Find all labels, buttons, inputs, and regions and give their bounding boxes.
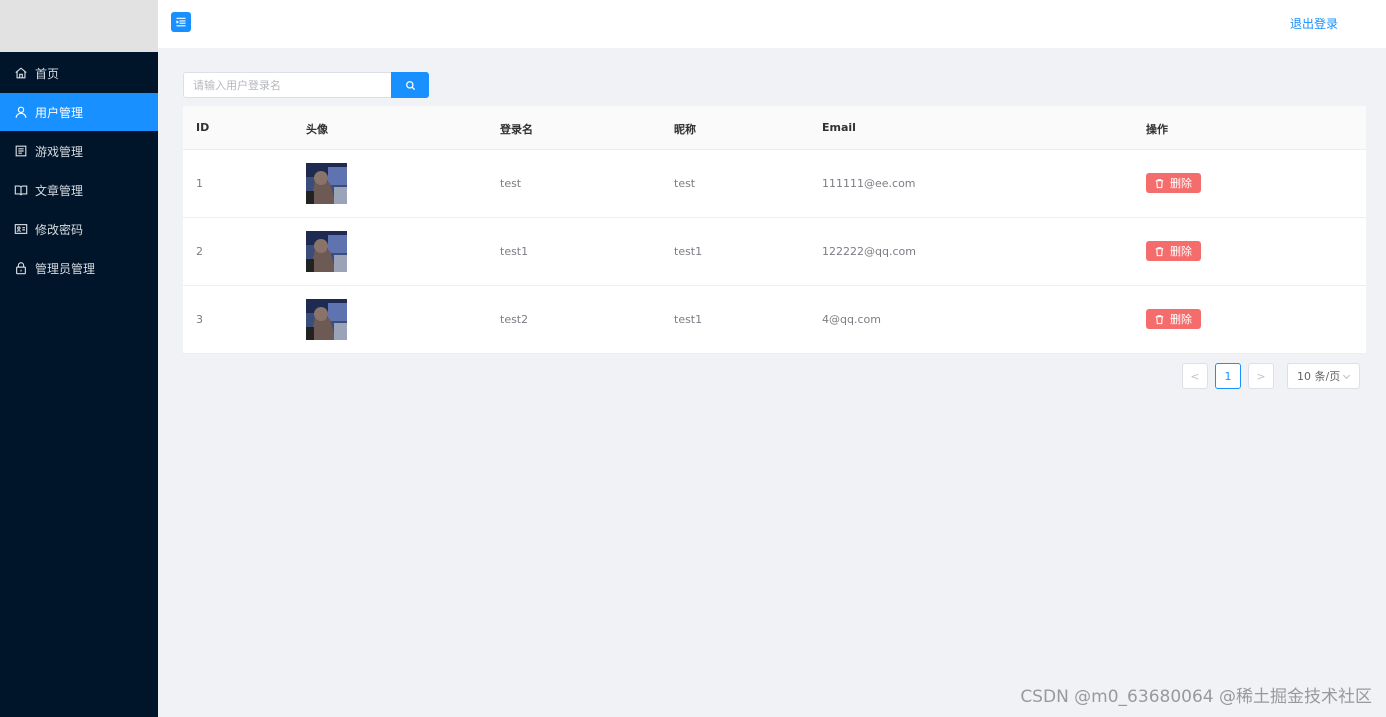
menu-collapse-button[interactable] [171, 12, 191, 32]
cell-email: 122222@qq.com [822, 245, 916, 258]
cell-nickname: test [674, 177, 696, 190]
trash-icon [1155, 178, 1164, 188]
page-size-select[interactable]: 10 条/页 [1287, 363, 1360, 389]
column-header-id: ID [196, 121, 210, 134]
search-bar [183, 72, 429, 98]
book-icon [14, 183, 28, 197]
sidebar-item-game-management[interactable]: 游戏管理 [0, 132, 158, 170]
table-row: 2 test1 test1 122222@qq.com 删除 [183, 218, 1366, 286]
avatar [306, 299, 347, 340]
sidebar-menu: 首页 用户管理 游戏管理 文章管理 修改密码 管理员管理 [0, 52, 158, 287]
cell-login: test2 [500, 313, 529, 326]
sidebar: 首页 用户管理 游戏管理 文章管理 修改密码 管理员管理 [0, 0, 158, 717]
cell-nickname: test1 [674, 313, 703, 326]
delete-button-label: 删除 [1170, 177, 1192, 190]
cell-login: test [500, 177, 522, 190]
sidebar-item-label: 文章管理 [35, 183, 84, 198]
column-header-login: 登录名 [500, 123, 533, 136]
column-header-email: Email [822, 121, 856, 134]
search-icon [405, 80, 415, 90]
watermark: CSDN @m0_63680064 @稀土掘金技术社区 [1020, 687, 1372, 707]
sidebar-item-admin-management[interactable]: 管理员管理 [0, 249, 158, 287]
chevron-down-icon [1342, 374, 1351, 380]
trash-icon [1155, 246, 1164, 256]
cell-id: 2 [196, 245, 203, 258]
trash-icon [1155, 314, 1164, 324]
sidebar-item-user-management[interactable]: 用户管理 [0, 93, 158, 131]
home-icon [14, 66, 28, 80]
chevron-left-icon: < [1190, 369, 1200, 383]
prev-page-button[interactable]: < [1182, 363, 1208, 389]
search-input[interactable] [183, 72, 391, 98]
search-button[interactable] [391, 72, 429, 98]
sidebar-item-label: 首页 [35, 66, 60, 81]
sidebar-item-home[interactable]: 首页 [0, 54, 158, 92]
delete-button[interactable]: 删除 [1146, 309, 1201, 329]
sidebar-item-label: 管理员管理 [35, 261, 96, 276]
column-header-nickname: 昵称 [674, 123, 696, 136]
id-card-icon [14, 222, 28, 236]
next-page-button[interactable]: > [1248, 363, 1274, 389]
delete-button-label: 删除 [1170, 313, 1192, 326]
cell-email: 111111@ee.com [822, 177, 916, 190]
avatar [306, 231, 347, 272]
sidebar-item-label: 修改密码 [35, 222, 84, 237]
cell-login: test1 [500, 245, 529, 258]
sidebar-item-label: 游戏管理 [35, 144, 84, 159]
page-number-button[interactable]: 1 [1215, 363, 1241, 389]
lock-icon [14, 261, 28, 275]
sidebar-item-label: 用户管理 [35, 105, 84, 120]
page-size-value: 10 条/页 [1297, 370, 1341, 383]
delete-button-label: 删除 [1170, 245, 1192, 258]
user-icon [14, 105, 28, 119]
cell-nickname: test1 [674, 245, 703, 258]
page-number-label: 1 [1224, 369, 1232, 383]
column-header-avatar: 头像 [306, 123, 328, 136]
sidebar-item-change-password[interactable]: 修改密码 [0, 210, 158, 248]
cell-id: 1 [196, 177, 203, 190]
table-row: 3 test2 test1 4@qq.com 删除 [183, 286, 1366, 354]
table-header: ID 头像 登录名 昵称 Email 操作 [183, 106, 1366, 150]
menu-fold-icon [176, 17, 186, 27]
avatar [306, 163, 347, 204]
logout-link[interactable]: 退出登录 [1290, 15, 1338, 32]
delete-button[interactable]: 删除 [1146, 173, 1201, 193]
user-table: ID 头像 登录名 昵称 Email 操作 1 test test 111111… [183, 106, 1366, 354]
sidebar-item-article-management[interactable]: 文章管理 [0, 171, 158, 209]
document-icon [14, 144, 28, 158]
column-header-actions: 操作 [1146, 123, 1168, 136]
table-row: 1 test test 111111@ee.com 删除 [183, 150, 1366, 218]
sidebar-logo-area [0, 0, 158, 52]
chevron-right-icon: > [1256, 369, 1266, 383]
delete-button[interactable]: 删除 [1146, 241, 1201, 261]
top-header: 退出登录 [158, 0, 1386, 48]
cell-id: 3 [196, 313, 203, 326]
cell-email: 4@qq.com [822, 313, 881, 326]
